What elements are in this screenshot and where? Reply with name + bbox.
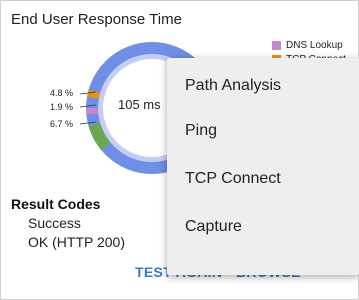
slice-percent-2: 1.9 % bbox=[50, 102, 74, 112]
menu-item-tcp-connect[interactable]: TCP Connect bbox=[185, 170, 281, 188]
result-code-status: Success bbox=[28, 215, 81, 231]
result-codes-title: Result Codes bbox=[11, 196, 101, 212]
legend-item-dns: DNS Lookup bbox=[272, 38, 346, 52]
donut-center-value: 105 ms bbox=[118, 97, 161, 112]
menu-item-path-analysis[interactable]: Path Analysis bbox=[185, 77, 281, 95]
slice-percent-3: 6.7 % bbox=[50, 119, 74, 129]
menu-item-capture[interactable]: Capture bbox=[185, 218, 242, 236]
legend-swatch bbox=[272, 40, 281, 50]
overflow-menu: Path Analysis Ping TCP Connect Capture bbox=[167, 58, 359, 275]
legend-label: DNS Lookup bbox=[286, 39, 343, 51]
menu-item-ping[interactable]: Ping bbox=[185, 122, 217, 140]
slice-percent-1: 4.8 % bbox=[50, 88, 74, 98]
result-code-detail: OK (HTTP 200) bbox=[28, 234, 125, 250]
